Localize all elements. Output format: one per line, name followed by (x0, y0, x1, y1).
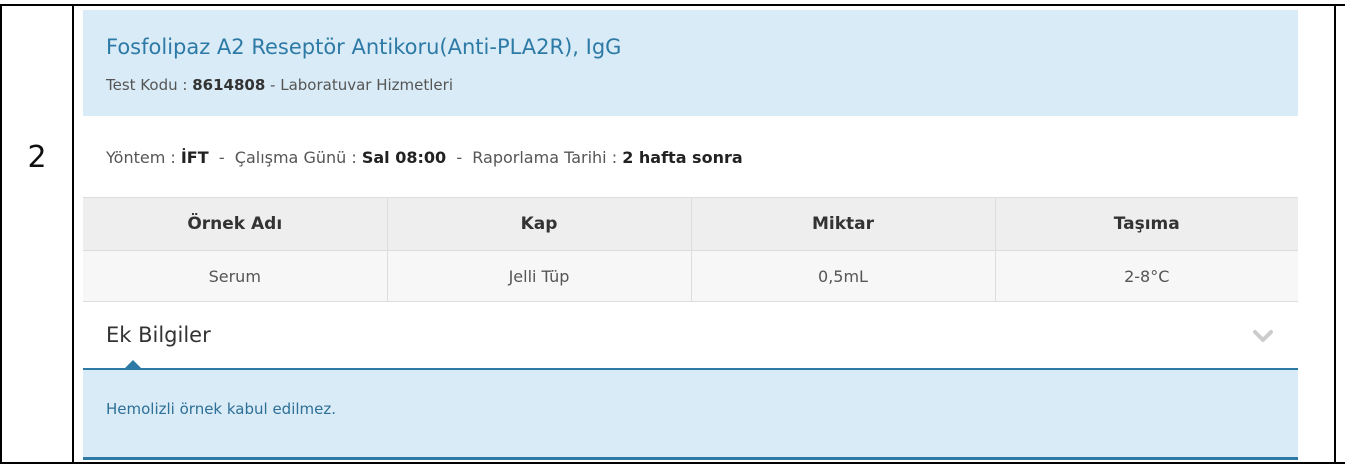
test-header: Fosfolipaz A2 Reseptör Antikoru(Anti-PLA… (83, 10, 1298, 116)
table-cell: Serum (83, 250, 388, 302)
column-header: Miktar (691, 197, 996, 251)
chevron-down-icon[interactable] (1253, 328, 1273, 344)
report-label: Raporlama Tarihi : (472, 148, 623, 167)
table-cell: 2-8°C (995, 250, 1298, 302)
test-card: Fosfolipaz A2 Reseptör Antikoru(Anti-PLA… (83, 10, 1298, 460)
additional-info-panel: Hemolizli örnek kabul edilmez. (83, 368, 1298, 460)
table-border-left (0, 4, 2, 464)
table-column-divider (72, 4, 74, 464)
table-border-bottom (0, 462, 1345, 464)
meta-separator: - (208, 148, 235, 167)
table-cell: 0,5mL (691, 250, 996, 302)
test-title[interactable]: Fosfolipaz A2 Reseptör Antikoru(Anti-PLA… (106, 35, 621, 59)
work-day-value: Sal 08:00 (361, 148, 447, 167)
method-value: İFT (180, 148, 209, 167)
column-header: Kap (387, 197, 692, 251)
tab-indicator (125, 360, 141, 368)
additional-info-toggle[interactable]: Ek Bilgiler (106, 323, 211, 347)
table-border-right (1334, 4, 1336, 464)
table-row: Serum Jelli Tüp 0,5mL 2-8°C (83, 250, 1298, 302)
additional-info-text: Hemolizli örnek kabul edilmez. (106, 400, 337, 418)
column-header: Taşıma (995, 197, 1298, 251)
method-label: Yöntem : (106, 148, 181, 167)
document-table: 2 Fosfolipaz A2 Reseptör Antikoru(Anti-P… (0, 0, 1345, 466)
test-department: - Laboratuvar Hizmetleri (265, 76, 453, 94)
column-header: Örnek Adı (83, 197, 388, 251)
meta-separator: - (446, 148, 473, 167)
test-code: 8614808 (192, 76, 266, 94)
report-value: 2 hafta sonra (622, 148, 743, 167)
table-border-top (0, 4, 1345, 6)
table-header-row: Örnek Adı Kap Miktar Taşıma (83, 197, 1298, 251)
samples-table: Örnek Adı Kap Miktar Taşıma Serum Jelli … (83, 197, 1298, 302)
work-day-label: Çalışma Günü : (234, 148, 362, 167)
table-cell: Jelli Tüp (387, 250, 692, 302)
test-subtitle: Test Kodu : 8614808 - Laboratuvar Hizmet… (106, 76, 453, 94)
test-code-label: Test Kodu : (106, 76, 193, 94)
test-meta: Yöntem : İFT - Çalışma Günü : Sal 08:00 … (106, 148, 743, 167)
row-number: 2 (27, 140, 47, 175)
